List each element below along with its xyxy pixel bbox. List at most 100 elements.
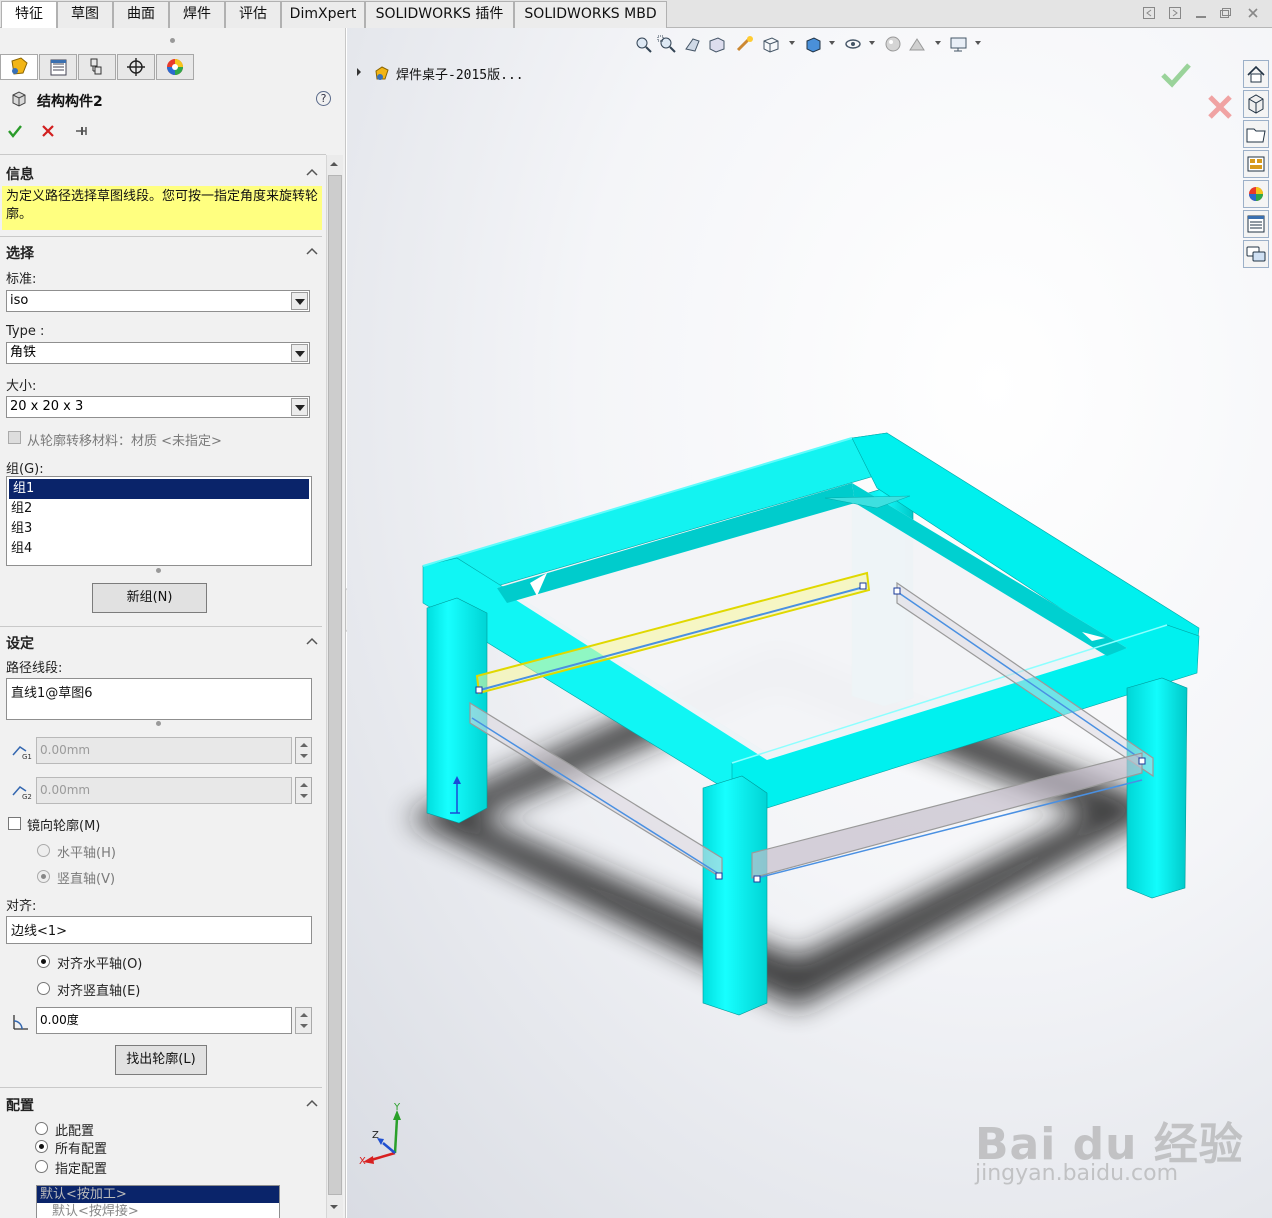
collapse-info-icon[interactable] [306, 168, 318, 176]
specified-config-label: 指定配置 [55, 1162, 108, 1177]
command-manager-tabs: 特征 草图 曲面 焊件 评估 DimXpert SOLIDWORKS 插件 SO… [0, 0, 1272, 28]
list-item[interactable]: 组2 [7, 499, 311, 519]
feature-tree-icon [11, 57, 28, 75]
transfer-material-label: 从轮廓转移材料：材质 <未指定> [27, 434, 222, 449]
scroll-up-icon[interactable] [328, 158, 340, 170]
group-list[interactable]: 组1 组2 组3 组4 [6, 476, 312, 566]
list-item[interactable]: 默认<按焊接> [37, 1203, 279, 1218]
triad-x-label: X [359, 1156, 366, 1167]
new-group-button[interactable]: 新组(N) [92, 583, 207, 613]
transfer-material-checkbox[interactable] [8, 431, 21, 444]
config-list[interactable]: 默认<按加工> 默认<按焊接> [36, 1185, 280, 1218]
property-manager-tab[interactable] [39, 54, 77, 80]
tab-solidworks-mbd[interactable]: SOLIDWORKS MBD [514, 1, 667, 28]
svg-text:G2: G2 [22, 793, 32, 801]
model-canvas[interactable] [347, 28, 1272, 1218]
resize-handle[interactable] [156, 568, 161, 573]
chevron-down-icon[interactable] [291, 292, 308, 310]
tab-features[interactable]: 特征 [1, 1, 57, 28]
dimxpert-manager-tab[interactable] [117, 54, 155, 80]
scroll-down-icon[interactable] [328, 1201, 340, 1213]
offset-g2-icon: G2 [12, 786, 32, 801]
section-title-selection: 选择 [6, 246, 34, 262]
collapse-selection-icon[interactable] [306, 247, 318, 255]
size-label: 大小: [6, 379, 37, 394]
chevron-down-icon[interactable] [291, 344, 308, 362]
structural-member-icon [12, 91, 26, 107]
restore-left-icon[interactable] [1142, 6, 1156, 20]
minimize-icon[interactable] [1194, 6, 1208, 20]
list-item[interactable]: 组4 [7, 539, 311, 559]
offset-g1-icon: G1 [12, 746, 32, 761]
offset2-stepper[interactable] [295, 777, 312, 804]
list-item[interactable]: 默认<按加工> [37, 1186, 279, 1203]
rotation-angle-input[interactable]: 0.00度 [36, 1007, 292, 1034]
chevron-down-icon[interactable] [291, 398, 308, 416]
configuration-manager-tab[interactable] [78, 54, 116, 80]
tab-surfaces[interactable]: 曲面 [113, 1, 169, 28]
mirror-profile-checkbox[interactable] [8, 817, 21, 830]
display-manager-tab[interactable] [156, 54, 194, 80]
locate-profile-button[interactable]: 找出轮廓(L) [115, 1045, 207, 1075]
tab-evaluate[interactable]: 评估 [225, 1, 281, 28]
rotation-angle-icon [13, 1015, 28, 1030]
tab-weldments[interactable]: 焊件 [169, 1, 225, 28]
leg-right [1126, 677, 1188, 899]
triad-y-label: Y [393, 1102, 401, 1113]
ok-check-icon[interactable] [7, 123, 23, 139]
size-select[interactable]: 20 x 20 x 3 [6, 396, 310, 418]
align-vertical-radio[interactable] [37, 982, 50, 995]
vertical-axis-label: 竖直轴(V) [57, 872, 116, 887]
configuration-icon [90, 58, 102, 75]
horizontal-axis-radio[interactable] [37, 844, 50, 857]
horizontal-axis-label: 水平轴(H) [57, 846, 116, 861]
standard-select[interactable]: iso [6, 290, 310, 312]
watermark-url: jingyan.baidu.com [975, 1161, 1179, 1186]
leg-front [702, 775, 768, 1016]
help-icon[interactable]: ? [316, 91, 331, 106]
all-configs-radio[interactable] [35, 1140, 48, 1153]
pushpin-icon[interactable] [73, 124, 89, 138]
tab-dimxpert[interactable]: DimXpert [281, 1, 365, 28]
maximize-icon[interactable] [1218, 6, 1232, 20]
close-icon[interactable] [1246, 6, 1260, 20]
splitter-handle[interactable] [170, 38, 175, 43]
vertical-axis-radio[interactable] [37, 870, 50, 883]
resize-handle[interactable] [156, 721, 161, 726]
align-horizontal-radio[interactable] [37, 955, 50, 968]
feature-manager-tab[interactable] [0, 54, 38, 80]
type-select[interactable]: 角铁 [6, 342, 310, 364]
tab-solidworks-addins[interactable]: SOLIDWORKS 插件 [365, 1, 514, 28]
rotation-angle-stepper[interactable] [295, 1007, 312, 1034]
this-config-radio[interactable] [35, 1122, 48, 1135]
alignment-input[interactable]: 边线<1> [6, 916, 312, 944]
alignment-label: 对齐: [6, 899, 37, 914]
list-item[interactable]: 组1 [9, 479, 309, 499]
all-configs-label: 所有配置 [55, 1142, 108, 1157]
reference-triad: Y Z X [359, 1102, 401, 1167]
restore-right-icon[interactable] [1168, 6, 1182, 20]
svg-text:G1: G1 [22, 753, 32, 761]
offset1-input[interactable]: 0.00mm [36, 737, 292, 764]
property-list-icon [50, 59, 67, 76]
property-manager-title: 结构构件2 [37, 94, 103, 110]
section-title-settings: 设定 [6, 636, 34, 652]
appearance-icon [167, 59, 183, 75]
cancel-x-icon[interactable] [41, 124, 55, 138]
standard-label: 标准: [6, 272, 37, 287]
collapse-configuration-icon[interactable] [306, 1099, 318, 1107]
tab-sketch[interactable]: 草图 [57, 1, 113, 28]
info-message: 为定义路径选择草图线段。您可按一指定角度来旋转轮廓。 [2, 186, 322, 230]
this-config-label: 此配置 [55, 1124, 95, 1139]
offset1-stepper[interactable] [295, 737, 312, 764]
align-vertical-label: 对齐竖直轴(E) [57, 984, 141, 999]
list-item[interactable]: 组3 [7, 519, 311, 539]
collapse-settings-icon[interactable] [306, 637, 318, 645]
scrollbar-thumb[interactable] [328, 175, 342, 1195]
manager-tabs [0, 54, 345, 81]
specified-config-radio[interactable] [35, 1160, 48, 1173]
path-segments-list[interactable]: 直线1@草图6 [6, 678, 312, 720]
graphics-area[interactable]: 焊件桌子-2015版... Y Z X Bai du 经验 jingyan.ba… [347, 28, 1272, 1218]
offset2-input[interactable]: 0.00mm [36, 777, 292, 804]
section-title-configuration: 配置 [6, 1098, 34, 1114]
